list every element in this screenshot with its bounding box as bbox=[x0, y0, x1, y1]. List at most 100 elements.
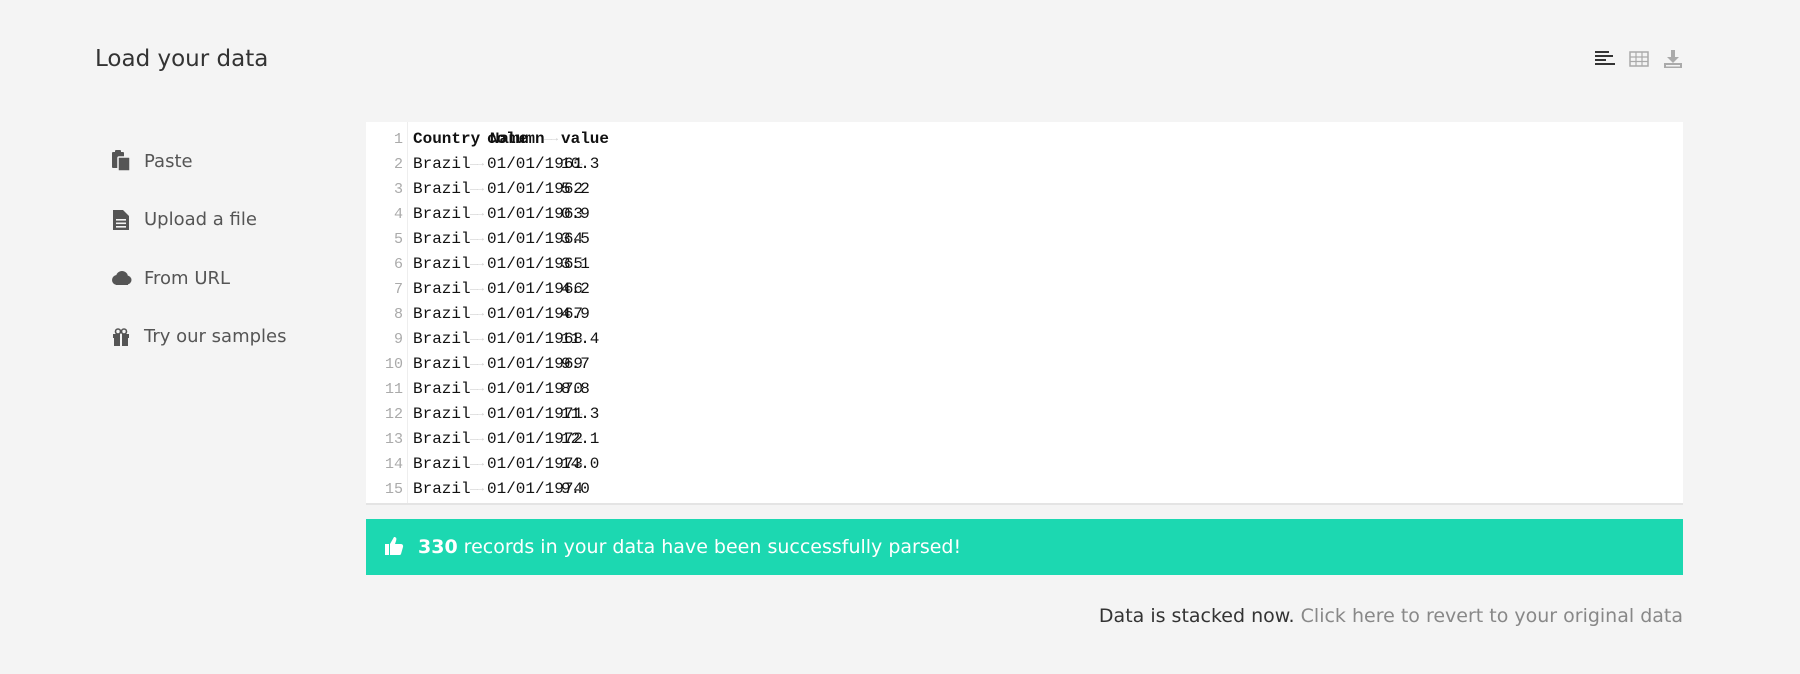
line-number: 10 bbox=[384, 356, 403, 373]
tab-arrow-icon: → bbox=[468, 202, 484, 227]
download-icon[interactable] bbox=[1662, 48, 1684, 70]
editor-cell: Brazil bbox=[413, 305, 471, 323]
sidebar-item-label: Paste bbox=[144, 150, 193, 172]
editor-cell: Brazil bbox=[413, 355, 471, 373]
line-number: 3 bbox=[393, 181, 403, 198]
sidebar-item-label: Try our samples bbox=[144, 326, 287, 348]
cloud-icon bbox=[110, 267, 132, 289]
line-number: 11 bbox=[384, 381, 403, 398]
stack-status-text: Data is stacked now. bbox=[1098, 605, 1295, 627]
editor-cell: Brazil bbox=[413, 230, 471, 248]
line-number: 2 bbox=[393, 156, 403, 173]
editor-cell: Brazil bbox=[413, 255, 471, 273]
editor-line: 7Brazil→01/01/1966→4.2 bbox=[366, 277, 1683, 302]
tab-arrow-icon: → bbox=[468, 352, 484, 377]
editor-cell: 4.9 bbox=[561, 305, 590, 323]
editor-cell: value bbox=[561, 130, 610, 148]
line-number: 9 bbox=[393, 331, 403, 348]
line-number: 12 bbox=[384, 406, 403, 423]
sidebar-item-upload[interactable]: Upload a file bbox=[110, 191, 340, 250]
editor-cell: Brazil bbox=[413, 430, 471, 448]
editor-cell: Brazil bbox=[413, 405, 471, 423]
line-number: 15 bbox=[384, 481, 403, 498]
editor-cell: 10.3 bbox=[561, 155, 600, 173]
success-alert: 330 records in your data have been succe… bbox=[366, 519, 1683, 575]
view-toolbar bbox=[1594, 48, 1684, 70]
editor-line: 14Brazil→01/01/1973→14.0 bbox=[366, 452, 1683, 477]
line-number: 6 bbox=[393, 256, 403, 273]
data-editor[interactable]: 1Country Name→column→value2Brazil→01/01/… bbox=[366, 122, 1683, 505]
tab-arrow-icon: → bbox=[468, 377, 484, 402]
editor-line: 3Brazil→01/01/1962→5.2 bbox=[366, 177, 1683, 202]
tab-arrow-icon: → bbox=[468, 302, 484, 327]
file-icon bbox=[110, 209, 132, 231]
editor-line: 6Brazil→01/01/1965→3.1 bbox=[366, 252, 1683, 277]
editor-cell: 3.1 bbox=[561, 255, 590, 273]
editor-header-line: 1Country Name→column→value bbox=[366, 127, 1683, 152]
stack-status: Data is stacked now. Click here to rever… bbox=[1099, 605, 1683, 627]
editor-cell: 0.9 bbox=[561, 205, 590, 223]
editor-cell: 9.7 bbox=[561, 355, 590, 373]
sidebar-item-samples[interactable]: Try our samples bbox=[110, 308, 340, 367]
editor-line: 10Brazil→01/01/1969→9.7 bbox=[366, 352, 1683, 377]
tab-arrow-icon: → bbox=[542, 127, 558, 152]
sidebar-item-url[interactable]: From URL bbox=[110, 249, 340, 308]
line-number: 7 bbox=[393, 281, 403, 298]
line-number: 1 bbox=[393, 131, 403, 148]
editor-cell: 4.2 bbox=[561, 280, 590, 298]
editor-line: 4Brazil→01/01/1963→0.9 bbox=[366, 202, 1683, 227]
editor-cell: Brazil bbox=[413, 155, 471, 173]
revert-data-link[interactable]: Click here to revert to your original da… bbox=[1301, 605, 1683, 627]
tab-arrow-icon: → bbox=[468, 327, 484, 352]
editor-line: 2Brazil→01/01/1961→10.3 bbox=[366, 152, 1683, 177]
line-number: 8 bbox=[393, 306, 403, 323]
editor-cell: Brazil bbox=[413, 455, 471, 473]
editor-cell: column bbox=[487, 130, 545, 148]
thumbs-up-icon bbox=[384, 536, 406, 558]
editor-cell: 12.1 bbox=[561, 430, 600, 448]
sidebar-item-label: From URL bbox=[144, 267, 231, 289]
tab-arrow-icon: → bbox=[468, 427, 484, 452]
editor-line: 5Brazil→01/01/1964→3.5 bbox=[366, 227, 1683, 252]
editor-cell: Brazil bbox=[413, 280, 471, 298]
table-view-icon[interactable] bbox=[1628, 48, 1650, 70]
records-count: 330 bbox=[418, 536, 458, 558]
tab-arrow-icon: → bbox=[468, 477, 484, 502]
editor-cell: Brazil bbox=[413, 180, 471, 198]
editor-cell: 11.4 bbox=[561, 330, 600, 348]
editor-cell: Brazil bbox=[413, 205, 471, 223]
editor-cell: Brazil bbox=[413, 330, 471, 348]
alert-message: records in your data have been successfu… bbox=[463, 536, 962, 558]
tab-arrow-icon: → bbox=[468, 402, 484, 427]
line-number: 13 bbox=[384, 431, 403, 448]
editor-line: 12Brazil→01/01/1971→11.3 bbox=[366, 402, 1683, 427]
editor-line: 15Brazil→01/01/1974→9.0 bbox=[366, 477, 1683, 502]
gift-icon bbox=[110, 326, 132, 348]
paste-icon bbox=[110, 150, 132, 172]
line-number: 5 bbox=[393, 231, 403, 248]
editor-cell: 11.3 bbox=[561, 405, 600, 423]
data-source-sidebar: Paste Upload a file From URL Try our sam… bbox=[110, 132, 340, 366]
sidebar-item-paste[interactable]: Paste bbox=[110, 132, 340, 191]
tab-arrow-icon: → bbox=[468, 152, 484, 177]
text-view-icon[interactable] bbox=[1594, 48, 1616, 70]
editor-cell: 14.0 bbox=[561, 455, 600, 473]
editor-line: 8Brazil→01/01/1967→4.9 bbox=[366, 302, 1683, 327]
tab-arrow-icon: → bbox=[468, 227, 484, 252]
line-number: 4 bbox=[393, 206, 403, 223]
sidebar-item-label: Upload a file bbox=[144, 209, 257, 231]
editor-cell: 3.5 bbox=[561, 230, 590, 248]
editor-line: 9Brazil→01/01/1968→11.4 bbox=[366, 327, 1683, 352]
editor-cell: 9.0 bbox=[561, 480, 590, 498]
editor-cell: Brazil bbox=[413, 380, 471, 398]
page-title: Load your data bbox=[95, 46, 269, 72]
editor-cell: 5.2 bbox=[561, 180, 590, 198]
editor-cell: Brazil bbox=[413, 480, 471, 498]
tab-arrow-icon: → bbox=[468, 252, 484, 277]
line-number: 14 bbox=[384, 456, 403, 473]
editor-line: 11Brazil→01/01/1970→8.8 bbox=[366, 377, 1683, 402]
editor-cell: 8.8 bbox=[561, 380, 590, 398]
tab-arrow-icon: → bbox=[468, 452, 484, 477]
tab-arrow-icon: → bbox=[468, 277, 484, 302]
editor-line: 13Brazil→01/01/1972→12.1 bbox=[366, 427, 1683, 452]
